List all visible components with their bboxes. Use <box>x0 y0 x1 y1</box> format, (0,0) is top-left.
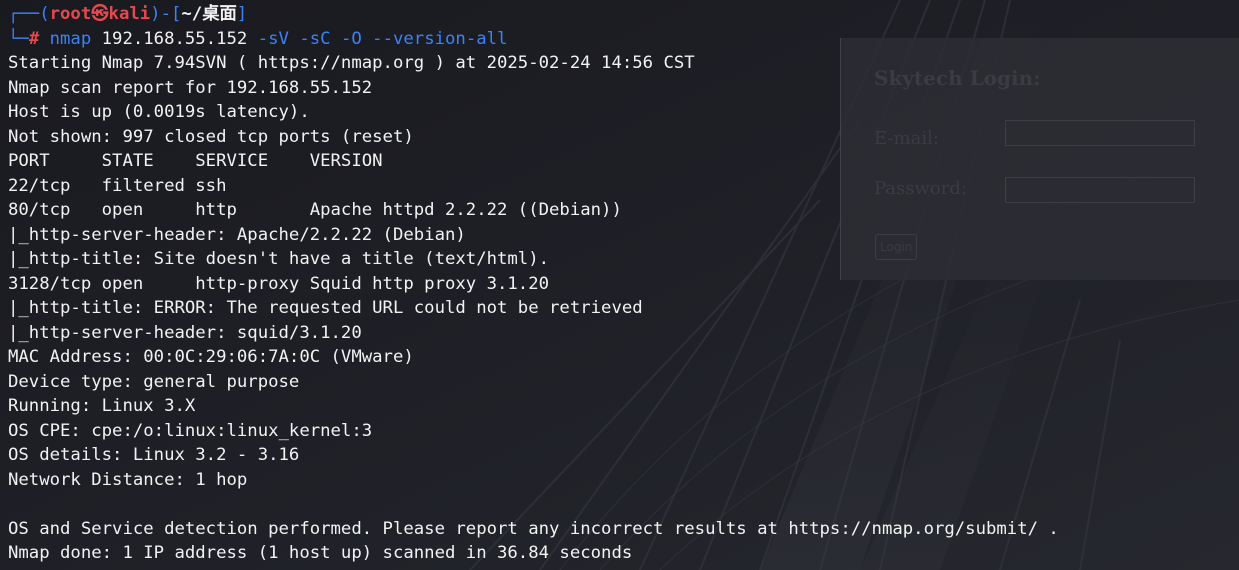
prompt-header-line: ┌──(root㉿kali)-[~/桌面] <box>8 2 1059 27</box>
prompt-hash: # <box>28 28 40 49</box>
prompt-at-icon: ㉿ <box>91 4 109 24</box>
output-line: Device type: general purpose <box>8 371 300 392</box>
command-target: 192.168.55.152 <box>101 28 248 49</box>
terminal-output: ┌──(root㉿kali)-[~/桌面] └─# nmap 192.168.5… <box>8 2 1059 566</box>
prompt-mid: )-[ <box>150 4 182 24</box>
output-line: OS and Service detection performed. Plea… <box>8 518 1059 539</box>
command-name: nmap <box>49 28 92 49</box>
output-line: |_http-server-header: Apache/2.2.22 (Deb… <box>8 224 466 245</box>
prompt-corner-bottom: └─ <box>8 28 29 49</box>
output-line: 22/tcp filtered ssh <box>8 175 227 196</box>
prompt-user: root <box>49 4 92 24</box>
output-line: 3128/tcp open http-proxy Squid http prox… <box>8 273 550 294</box>
prompt-command-line: └─# nmap 192.168.55.152 -sV -sC -O --ver… <box>8 27 1059 52</box>
prompt-path: ~/桌面 <box>181 4 237 24</box>
output-line: PORT STATE SERVICE VERSION <box>8 151 383 171</box>
output-line: Nmap done: 1 IP address (1 host up) scan… <box>8 543 633 563</box>
output-line: Nmap scan report for 192.168.55.152 <box>8 77 373 98</box>
output-line: |_http-title: ERROR: The requested URL c… <box>8 298 643 318</box>
output-line: |_http-title: Site doesn't have a title … <box>8 249 550 269</box>
prompt-host: kali <box>108 4 151 24</box>
output-line: Running: Linux 3.X <box>8 396 196 416</box>
output-line: MAC Address: 00:0C:29:06:7A:0C (VMware) <box>8 347 414 367</box>
output-line: Host is up (0.0019s latency). <box>8 102 310 122</box>
output-line: Not shown: 997 closed tcp ports (reset) <box>8 126 414 147</box>
output-line: |_http-server-header: squid/3.1.20 <box>8 322 362 343</box>
prompt-corner-top: ┌──( <box>8 4 50 24</box>
output-line: 80/tcp open http Apache httpd 2.2.22 ((D… <box>8 200 622 220</box>
output-line: Network Distance: 1 hop <box>8 469 248 490</box>
output-line: OS details: Linux 3.2 - 3.16 <box>8 445 300 465</box>
output-line: Starting Nmap 7.94SVN ( https://nmap.org… <box>8 53 695 73</box>
prompt-close: ] <box>236 4 248 24</box>
command-flags: -sV -sC -O --version-all <box>257 28 508 49</box>
output-line: OS CPE: cpe:/o:linux:linux_kernel:3 <box>8 420 373 441</box>
